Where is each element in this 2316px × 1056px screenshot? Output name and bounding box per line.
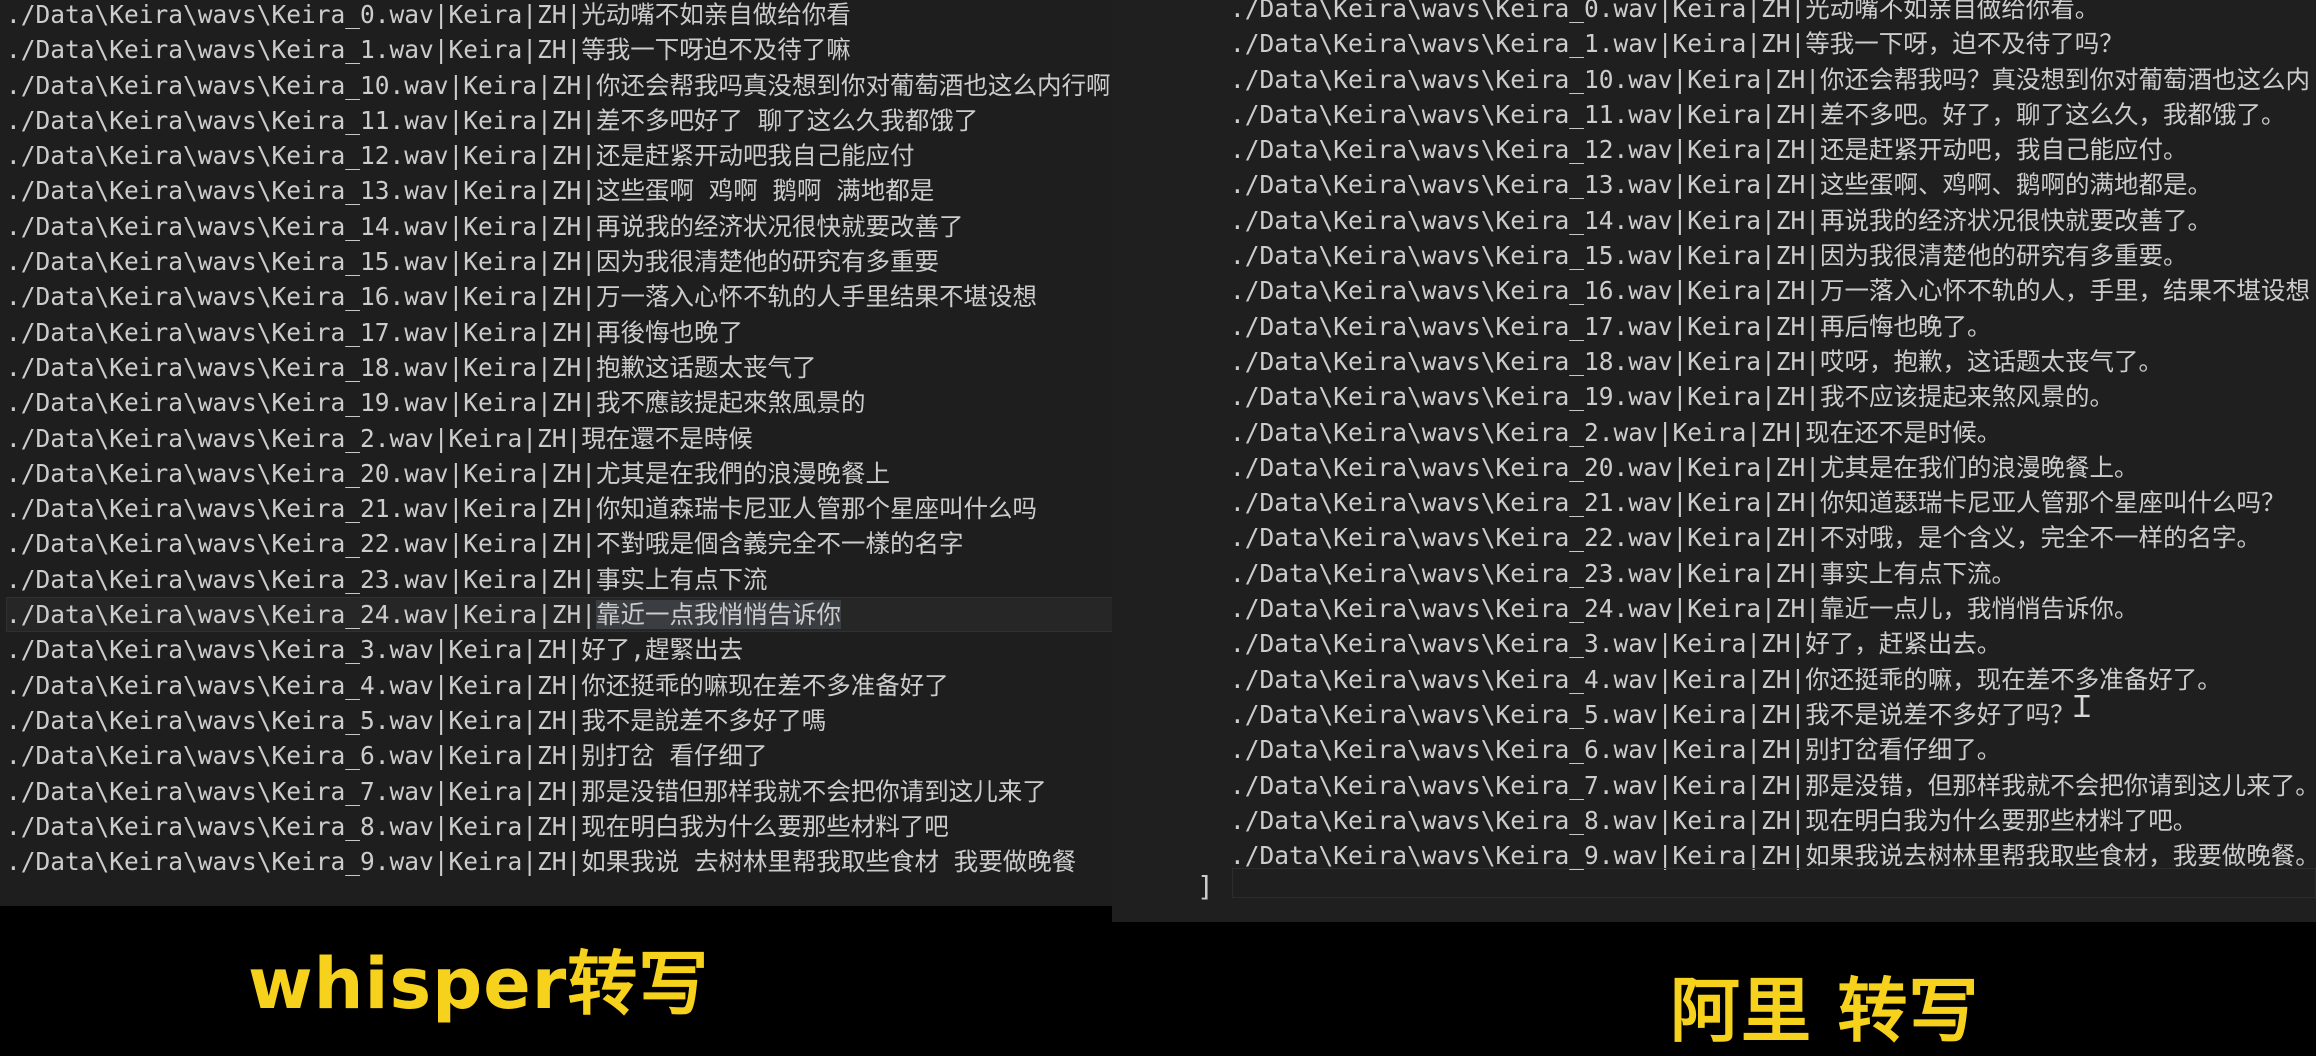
- editor-line[interactable]: ./Data\Keira\wavs\Keira_14.wav|Keira|ZH|…: [6, 209, 1232, 244]
- editor-line[interactable]: ./Data\Keira\wavs\Keira_10.wav|Keira|ZH|…: [1230, 62, 2316, 97]
- editor-current-line[interactable]: ./Data\Keira\wavs\Keira_24.wav|Keira|ZH|…: [6, 597, 1232, 633]
- editor-line[interactable]: ./Data\Keira\wavs\Keira_22.wav|Keira|ZH|…: [6, 526, 1232, 561]
- cursor-line-highlight[interactable]: [1232, 868, 2316, 898]
- editor-line[interactable]: ./Data\Keira\wavs\Keira_15.wav|Keira|ZH|…: [1230, 238, 2316, 273]
- right-editor-pane[interactable]: ./Data\Keira\wavs\Keira_0.wav|Keira|ZH|光…: [1112, 0, 2316, 922]
- editor-line[interactable]: ./Data\Keira\wavs\Keira_23.wav|Keira|ZH|…: [6, 562, 1232, 597]
- editor-line[interactable]: ./Data\Keira\wavs\Keira_14.wav|Keira|ZH|…: [1230, 203, 2316, 238]
- editor-line[interactable]: ./Data\Keira\wavs\Keira_12.wav|Keira|ZH|…: [1230, 132, 2316, 167]
- editor-line[interactable]: ./Data\Keira\wavs\Keira_11.wav|Keira|ZH|…: [1230, 97, 2316, 132]
- editor-line[interactable]: ./Data\Keira\wavs\Keira_3.wav|Keira|ZH|好…: [6, 632, 1232, 667]
- editor-line[interactable]: ./Data\Keira\wavs\Keira_19.wav|Keira|ZH|…: [1230, 379, 2316, 414]
- current-line-prefix: ./Data\Keira\wavs\Keira_24.wav|Keira|ZH|: [6, 600, 597, 630]
- editor-line[interactable]: ./Data\Keira\wavs\Keira_4.wav|Keira|ZH|你…: [1230, 662, 2316, 697]
- editor-line[interactable]: ./Data\Keira\wavs\Keira_1.wav|Keira|ZH|等…: [6, 32, 1232, 67]
- editor-line[interactable]: ./Data\Keira\wavs\Keira_19.wav|Keira|ZH|…: [6, 385, 1232, 420]
- editor-line[interactable]: ./Data\Keira\wavs\Keira_5.wav|Keira|ZH|我…: [6, 703, 1232, 738]
- editor-line[interactable]: ./Data\Keira\wavs\Keira_21.wav|Keira|ZH|…: [1230, 485, 2316, 520]
- editor-line[interactable]: ./Data\Keira\wavs\Keira_17.wav|Keira|ZH|…: [1230, 309, 2316, 344]
- editor-line[interactable]: ./Data\Keira\wavs\Keira_12.wav|Keira|ZH|…: [6, 138, 1232, 173]
- editor-line[interactable]: ./Data\Keira\wavs\Keira_4.wav|Keira|ZH|你…: [6, 668, 1232, 703]
- editor-line[interactable]: ./Data\Keira\wavs\Keira_18.wav|Keira|ZH|…: [1230, 344, 2316, 379]
- editor-line[interactable]: ./Data\Keira\wavs\Keira_11.wav|Keira|ZH|…: [6, 103, 1232, 138]
- editor-line[interactable]: ./Data\Keira\wavs\Keira_13.wav|Keira|ZH|…: [6, 173, 1232, 208]
- editor-line[interactable]: ./Data\Keira\wavs\Keira_21.wav|Keira|ZH|…: [6, 491, 1232, 526]
- editor-line[interactable]: ./Data\Keira\wavs\Keira_18.wav|Keira|ZH|…: [6, 350, 1232, 385]
- editor-line[interactable]: ./Data\Keira\wavs\Keira_6.wav|Keira|ZH|别…: [6, 738, 1232, 773]
- editor-line[interactable]: ./Data\Keira\wavs\Keira_1.wav|Keira|ZH|等…: [1230, 26, 2316, 61]
- editor-line[interactable]: ./Data\Keira\wavs\Keira_0.wav|Keira|ZH|光…: [1230, 0, 2316, 26]
- editor-line[interactable]: ./Data\Keira\wavs\Keira_24.wav|Keira|ZH|…: [1230, 591, 2316, 626]
- editor-line[interactable]: ./Data\Keira\wavs\Keira_16.wav|Keira|ZH|…: [1230, 273, 2316, 308]
- editor-line[interactable]: ./Data\Keira\wavs\Keira_10.wav|Keira|ZH|…: [6, 68, 1232, 103]
- editor-line[interactable]: ./Data\Keira\wavs\Keira_9.wav|Keira|ZH|如…: [6, 844, 1232, 879]
- editor-line[interactable]: ./Data\Keira\wavs\Keira_15.wav|Keira|ZH|…: [6, 244, 1232, 279]
- editor-line[interactable]: ./Data\Keira\wavs\Keira_3.wav|Keira|ZH|好…: [1230, 626, 2316, 661]
- editor-line[interactable]: ./Data\Keira\wavs\Keira_2.wav|Keira|ZH|現…: [6, 421, 1232, 456]
- text-cursor-icon: Ｉ: [2067, 690, 2097, 725]
- left-editor-pane[interactable]: ./Data\Keira\wavs\Keira_0.wav|Keira|ZH|光…: [0, 0, 1232, 906]
- caption-whisper: whisper转写: [248, 943, 710, 1025]
- editor-line[interactable]: ./Data\Keira\wavs\Keira_5.wav|Keira|ZH|我…: [1230, 697, 2316, 732]
- editor-line[interactable]: ./Data\Keira\wavs\Keira_23.wav|Keira|ZH|…: [1230, 556, 2316, 591]
- editor-line[interactable]: ./Data\Keira\wavs\Keira_17.wav|Keira|ZH|…: [6, 315, 1232, 350]
- editor-line[interactable]: ./Data\Keira\wavs\Keira_6.wav|Keira|ZH|别…: [1230, 732, 2316, 767]
- selected-text[interactable]: 靠近一点我悄悄告诉你: [596, 600, 842, 630]
- caption-ali: 阿里 转写: [1670, 970, 1980, 1052]
- editor-line[interactable]: ./Data\Keira\wavs\Keira_8.wav|Keira|ZH|现…: [6, 809, 1232, 844]
- editor-line[interactable]: ./Data\Keira\wavs\Keira_20.wav|Keira|ZH|…: [1230, 450, 2316, 485]
- left-editor-lines[interactable]: ./Data\Keira\wavs\Keira_0.wav|Keira|ZH|光…: [0, 0, 1232, 879]
- editor-line[interactable]: ./Data\Keira\wavs\Keira_8.wav|Keira|ZH|现…: [1230, 803, 2316, 838]
- editor-line[interactable]: ./Data\Keira\wavs\Keira_2.wav|Keira|ZH|现…: [1230, 415, 2316, 450]
- right-editor-lines[interactable]: ./Data\Keira\wavs\Keira_0.wav|Keira|ZH|光…: [1112, 0, 2316, 873]
- editor-line[interactable]: ./Data\Keira\wavs\Keira_22.wav|Keira|ZH|…: [1230, 520, 2316, 555]
- editor-line[interactable]: ./Data\Keira\wavs\Keira_0.wav|Keira|ZH|光…: [6, 0, 1232, 32]
- editor-line[interactable]: ./Data\Keira\wavs\Keira_7.wav|Keira|ZH|那…: [1230, 768, 2316, 803]
- editor-line[interactable]: ./Data\Keira\wavs\Keira_7.wav|Keira|ZH|那…: [6, 774, 1232, 809]
- editor-line[interactable]: ./Data\Keira\wavs\Keira_16.wav|Keira|ZH|…: [6, 279, 1232, 314]
- closing-bracket: ]: [1197, 870, 1214, 903]
- editor-line[interactable]: ./Data\Keira\wavs\Keira_20.wav|Keira|ZH|…: [6, 456, 1232, 491]
- editor-line[interactable]: ./Data\Keira\wavs\Keira_13.wav|Keira|ZH|…: [1230, 167, 2316, 202]
